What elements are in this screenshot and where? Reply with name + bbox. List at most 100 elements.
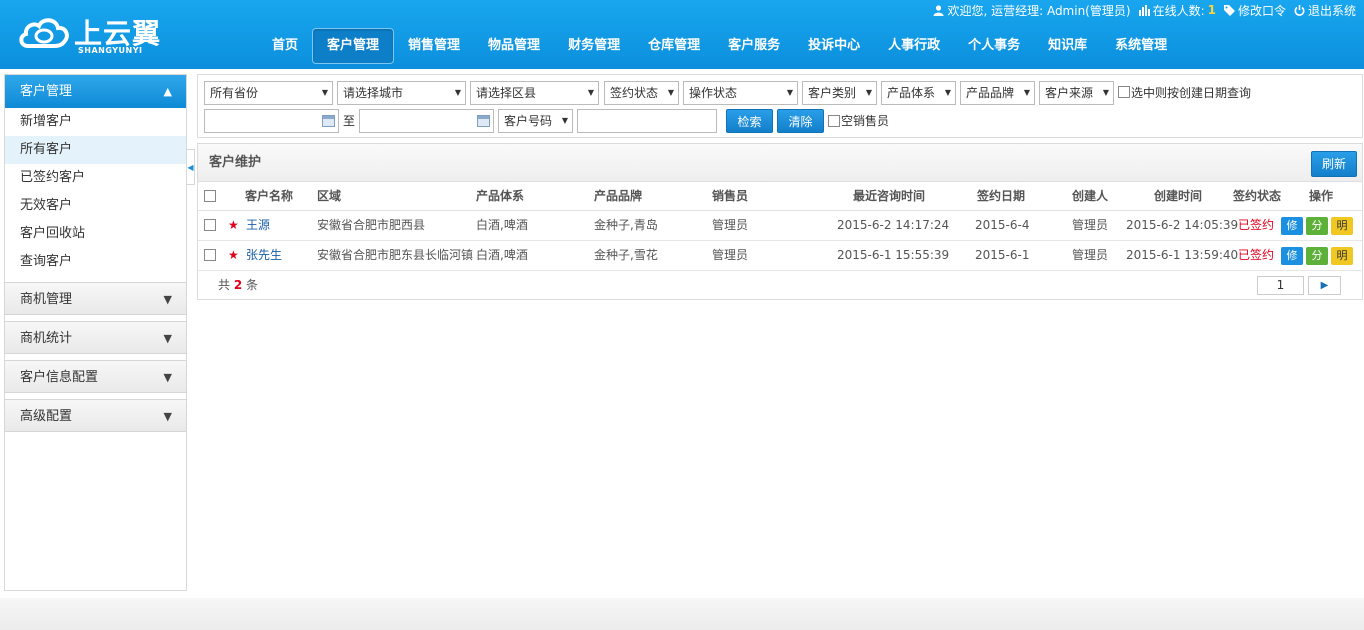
refresh-button[interactable]: 刷新 [1311,151,1357,177]
detail-button[interactable]: 明 [1331,247,1353,265]
nav-hr-admin[interactable]: 人事行政 [874,28,954,64]
end-date-input[interactable] [359,109,494,133]
chevron-down-icon: ▼ [163,332,172,345]
assign-button[interactable]: 分 [1306,217,1328,235]
main-nav: 首页 客户管理 销售管理 物品管理 财务管理 仓库管理 客户服务 投诉中心 人事… [258,28,1181,64]
chevron-right-icon: ▶ [1320,280,1329,291]
search-button[interactable]: 检索 [726,109,773,133]
column-header[interactable]: 最近咨询时间 [853,182,925,211]
op-status-select[interactable]: 操作状态 ▼ [683,81,798,105]
row-checkbox[interactable] [204,249,216,261]
page-footer-strip [0,598,1364,630]
nav-item-management[interactable]: 物品管理 [474,28,554,64]
sidebar-group-advanced-config[interactable]: 高级配置 ▼ [4,399,187,432]
caret-down-icon: ▼ [321,88,328,97]
sidebar-item-new-customer[interactable]: 新增客户 [5,108,186,136]
column-header[interactable]: 销售员 [712,182,748,211]
sidebar-item-customer-recycle-bin[interactable]: 客户回收站 [5,220,186,248]
user-icon [933,4,944,16]
sidebar-item-query-customers[interactable]: 查询客户 [5,248,186,276]
table-row[interactable]: ★ 张先生 安徽省合肥市肥东县长临河镇 白酒,啤酒 金种子,雪花 管理员 201… [198,241,1362,271]
column-header[interactable]: 区域 [317,182,341,211]
caret-down-icon: ▼ [667,88,674,97]
edit-button[interactable]: 修 [1281,217,1303,235]
nav-knowledge-base[interactable]: 知识库 [1034,28,1101,64]
sales-cell: 管理员 [712,218,749,232]
sign-date-cell: 2015-6-4 [975,218,1030,232]
sidebar-item-signed-customers[interactable]: 已签约客户 [5,164,186,192]
date-filter-checkbox[interactable] [1118,86,1130,98]
column-header[interactable]: 签约状态 [1233,182,1281,211]
date-range-to-label: 至 [343,114,356,128]
start-date-input[interactable] [204,109,339,133]
chevron-left-icon: ◀ [187,163,194,172]
sidebar-item-all-customers[interactable]: 所有客户 [5,136,186,164]
bar-chart-icon [1138,4,1150,16]
product-brand-select[interactable]: 产品品牌 ▼ [960,81,1035,105]
sidebar-group-opportunity-stats[interactable]: 商机统计 ▼ [4,321,187,354]
logout-link[interactable]: 退出系统 [1294,2,1356,19]
city-select[interactable]: 请选择城市 ▼ [337,81,466,105]
number-type-select[interactable]: 客户号码 ▼ [498,109,573,133]
column-header[interactable]: 客户名称 [245,182,293,211]
sidebar-group-opportunity-management[interactable]: 商机管理 ▼ [4,282,187,315]
column-header[interactable]: 产品体系 [476,182,524,211]
brand-subtitle: SHANGYUNYI [78,46,143,55]
page-number-input[interactable]: 1 [1257,276,1304,295]
chevron-down-icon: ▼ [163,410,172,423]
sidebar: 客户管理 ▲ 新增客户 所有客户 已签约客户 无效客户 客户回收站 查询客户 商… [4,74,187,591]
caret-down-icon: ▼ [587,88,594,97]
column-header[interactable]: 创建人 [1072,182,1108,211]
caret-down-icon: ▼ [1102,88,1109,97]
nav-customer-service[interactable]: 客户服务 [714,28,794,64]
detail-button[interactable]: 明 [1331,217,1353,235]
sidebar-group-customer-info-config[interactable]: 客户信息配置 ▼ [4,360,187,393]
nav-finance-management[interactable]: 财务管理 [554,28,634,64]
sidebar-item-invalid-customers[interactable]: 无效客户 [5,192,186,220]
column-header[interactable]: 签约日期 [977,182,1025,211]
customer-source-select[interactable]: 客户来源 ▼ [1039,81,1114,105]
product-system-cell: 白酒,啤酒 [476,248,528,262]
power-icon [1294,4,1305,16]
sign-date-cell: 2015-6-1 [975,248,1030,262]
panel-header: 客户维护 刷新 [198,144,1362,182]
creator-cell: 管理员 [1072,248,1109,262]
number-search-input[interactable] [577,109,717,133]
product-brand-cell: 金种子,青岛 [594,218,658,232]
brand-logo[interactable]: 上云翼 SHANGYUNYI [18,12,178,58]
sidebar-collapse-handle[interactable]: ◀ [187,149,195,185]
nav-complaint-center[interactable]: 投诉中心 [794,28,874,64]
district-select[interactable]: 请选择区县 ▼ [470,81,599,105]
product-brand-cell: 金种子,雪花 [594,248,658,262]
creator-cell: 管理员 [1072,218,1109,232]
edit-button[interactable]: 修 [1281,247,1303,265]
empty-sales-checkbox[interactable] [828,115,840,127]
province-select[interactable]: 所有省份 ▼ [204,81,333,105]
sign-status-select[interactable]: 签约状态 ▼ [604,81,679,105]
change-password-link[interactable]: 修改口令 [1223,2,1286,19]
next-page-button[interactable]: ▶ [1308,276,1341,295]
customer-name-link[interactable]: 张先生 [246,241,282,270]
row-checkbox[interactable] [204,219,216,231]
customer-type-select[interactable]: 客户类别 ▼ [802,81,877,105]
assign-button[interactable]: 分 [1306,247,1328,265]
status-badge: 已签约 [1238,218,1275,232]
nav-customer-management[interactable]: 客户管理 [312,28,395,64]
last-consult-cell: 2015-6-1 15:55:39 [837,248,950,262]
product-system-select[interactable]: 产品体系 ▼ [881,81,956,105]
select-all-checkbox[interactable] [204,190,216,202]
nav-sales-management[interactable]: 销售管理 [394,28,474,64]
clear-button[interactable]: 清除 [777,109,824,133]
nav-home[interactable]: 首页 [258,28,312,64]
nav-system-management[interactable]: 系统管理 [1101,28,1181,64]
sidebar-head-customer-management[interactable]: 客户管理 ▲ [5,75,186,108]
customer-name-link[interactable]: 王源 [246,211,270,240]
column-header[interactable]: 产品品牌 [594,182,642,211]
calendar-icon[interactable] [322,115,335,127]
nav-personal-affairs[interactable]: 个人事务 [954,28,1034,64]
table-row[interactable]: ★ 王源 安徽省合肥市肥西县 白酒,啤酒 金种子,青岛 管理员 2015-6-2… [198,211,1362,241]
column-header[interactable]: 创建时间 [1154,182,1202,211]
nav-warehouse-management[interactable]: 仓库管理 [634,28,714,64]
calendar-icon[interactable] [477,115,490,127]
chevron-up-icon: ▲ [163,85,172,98]
